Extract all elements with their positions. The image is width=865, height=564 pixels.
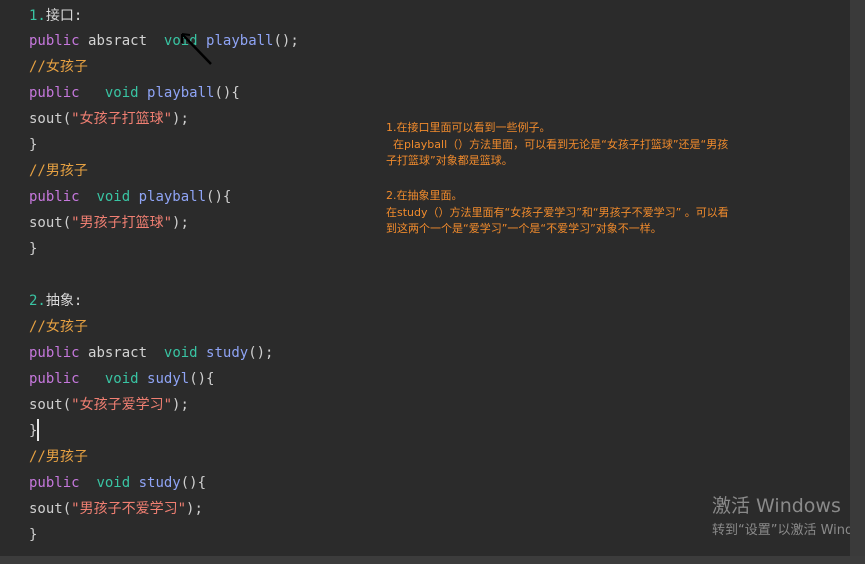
keyword-modifier: absract <box>88 345 148 361</box>
code-editor[interactable]: 1.接口: public absract void playball(); //… <box>0 0 850 556</box>
code-line-heading-interface: 1.接口: <box>29 5 82 27</box>
code-line: sout("女孩子打篮球"); <box>29 108 189 130</box>
method-name: study <box>206 345 249 361</box>
code-comment: //男孩子 <box>29 163 88 179</box>
punctuation: ); <box>172 215 189 231</box>
punctuation: (){ <box>214 85 240 101</box>
heading-text: 抽象: <box>45 293 83 309</box>
keyword-public: public <box>29 475 80 491</box>
method-name: study <box>138 475 181 491</box>
punctuation: ); <box>172 111 189 127</box>
punctuation: ); <box>186 501 203 517</box>
type-void: void <box>96 475 131 491</box>
code-line: sout("男孩子不爱学习"); <box>29 498 203 520</box>
call: sout( <box>29 501 72 517</box>
activate-windows-title: 激活 Windows <box>712 495 841 517</box>
annotation-note-abstract: 2.在抽象里面。 在study（）方法里面有“女孩子爱学习”和“男孩子不爱学习”… <box>386 189 729 235</box>
keyword-public: public <box>29 85 80 101</box>
punctuation: ); <box>172 397 189 413</box>
code-line: public void sudyl(){ <box>29 368 214 390</box>
heading-text: 接口: <box>45 8 83 24</box>
method-name: sudyl <box>147 371 190 387</box>
keyword-public: public <box>29 189 80 205</box>
annotation-note-interface: 1.在接口里面可以看到一些例子。 在playball（）方法里面，可以看到无论是… <box>386 121 729 167</box>
text-caret <box>37 419 39 441</box>
code-line: public void playball(){ <box>29 186 231 208</box>
punctuation: (){ <box>206 189 232 205</box>
call: sout( <box>29 215 72 231</box>
type-void: void <box>104 85 139 101</box>
punctuation: (){ <box>180 475 207 491</box>
method-name: playball <box>138 189 207 205</box>
punctuation: (); <box>273 33 299 49</box>
keyword-modifier: absract <box>88 33 148 49</box>
closing-brace: } <box>29 527 38 543</box>
type-void: void <box>96 189 131 205</box>
keyword-public: public <box>29 345 80 361</box>
code-line: public void playball(){ <box>29 82 240 104</box>
code-comment: //女孩子 <box>29 319 88 335</box>
code-comment: //女孩子 <box>29 59 88 75</box>
keyword-public: public <box>29 33 80 49</box>
string-literal: "男孩子不爱学习" <box>71 501 187 517</box>
type-void: void <box>163 345 198 361</box>
code-line: public void study(){ <box>29 472 206 494</box>
string-literal: "男孩子打篮球" <box>71 215 173 231</box>
call: sout( <box>29 111 72 127</box>
right-scroll-edge[interactable] <box>850 0 865 564</box>
code-line: public absract void playball(); <box>29 30 299 52</box>
punctuation: (){ <box>189 371 215 387</box>
method-name: playball <box>147 85 215 101</box>
heading-number: 1. <box>29 8 46 24</box>
punctuation: (); <box>248 345 274 361</box>
arrow-cursor-icon <box>178 30 214 72</box>
call: sout( <box>29 397 72 413</box>
code-line: sout("男孩子打篮球"); <box>29 212 189 234</box>
activate-windows-subtitle: 转到“设置”以激活 Windows。 <box>712 523 850 538</box>
type-void: void <box>104 371 139 387</box>
code-line-heading-abstract: 2.抽象: <box>29 290 82 312</box>
string-literal: "女孩子爱学习" <box>71 397 173 413</box>
bottom-scroll-edge[interactable] <box>0 556 865 564</box>
heading-number: 2. <box>29 293 46 309</box>
closing-brace: } <box>29 241 38 257</box>
string-literal: "女孩子打篮球" <box>71 111 173 127</box>
code-line: sout("女孩子爱学习"); <box>29 394 189 416</box>
code-comment: //男孩子 <box>29 449 88 465</box>
method-name: playball <box>206 33 274 49</box>
code-line: public absract void study(); <box>29 342 274 364</box>
closing-brace: } <box>29 137 38 153</box>
keyword-public: public <box>29 371 80 387</box>
